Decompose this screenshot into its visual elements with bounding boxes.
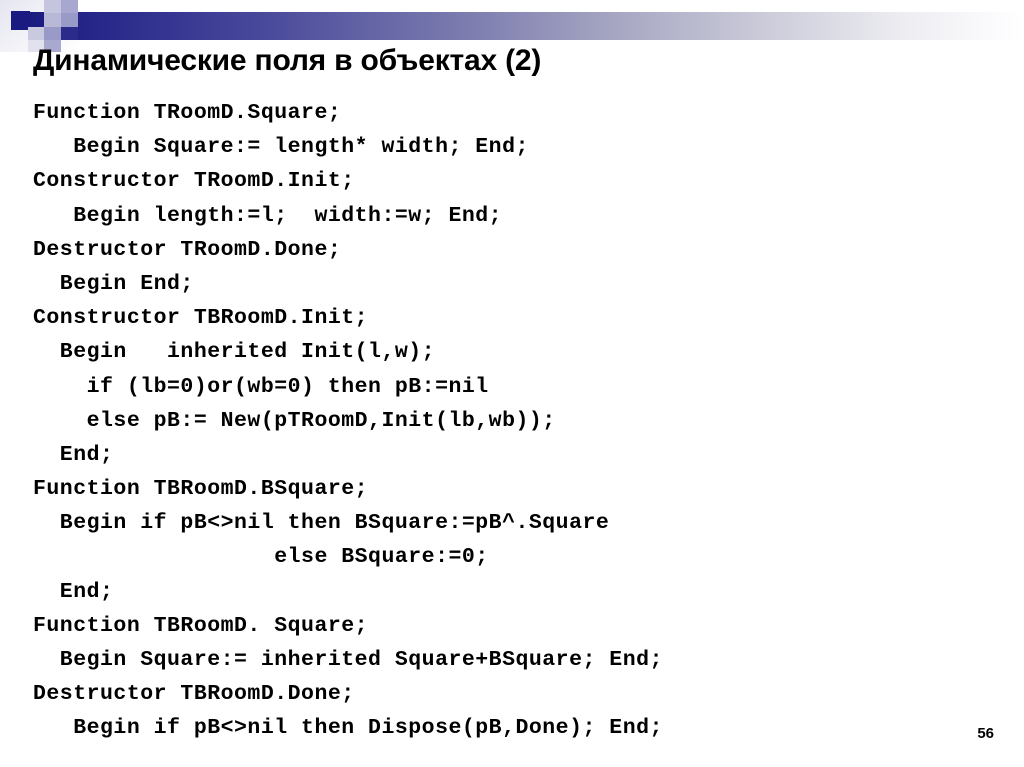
code-line: Begin if pB<>nil then BSquare:=pB^.Squar…	[33, 511, 610, 536]
header-gradient-bar	[28, 12, 1024, 40]
decorative-square	[61, 13, 78, 27]
code-line: Constructor TBRoomD.Init;	[33, 306, 369, 331]
page-title: Динамические поля в объектах (2)	[33, 44, 542, 77]
code-line: else BSquare:=0;	[33, 545, 489, 570]
code-line: End;	[33, 579, 114, 604]
decorative-square	[28, 27, 44, 40]
decorative-square	[44, 27, 61, 40]
code-line: Function TBRoomD. Square;	[33, 613, 369, 638]
decorative-square	[44, 13, 61, 27]
code-line: Begin Square:= inherited Square+BSquare;…	[33, 648, 663, 672]
slide-number: 56	[977, 725, 994, 742]
code-line: Begin End;	[33, 271, 194, 296]
code-line: Begin Square:= length* width; End;	[33, 135, 529, 160]
code-line: else pB:= New(pTRoomD,Init(lb,wb));	[33, 408, 556, 433]
code-listing: Function TRoomD.Square; Begin Square:= l…	[33, 96, 993, 746]
decorative-square	[61, 27, 78, 40]
code-line: Begin if pB<>nil then Dispose(pB,Done); …	[33, 716, 663, 741]
code-line: if (lb=0)or(wb=0) then pB:=nil	[33, 374, 489, 399]
decorative-square	[44, 0, 61, 13]
decorative-square	[61, 0, 78, 13]
code-line: Function TBRoomD.BSquare;	[33, 477, 369, 502]
code-line: Destructor TRoomD.Done;	[33, 237, 342, 262]
code-line: Function TRoomD.Square;	[33, 101, 342, 125]
code-line: Begin inherited Init(l,w);	[33, 340, 436, 365]
code-line: End;	[33, 442, 114, 467]
code-line: Begin length:=l; width:=w; End;	[33, 203, 503, 228]
code-line: Constructor TRoomD.Init;	[33, 169, 355, 194]
code-line: Destructor TBRoomD.Done;	[33, 682, 355, 707]
